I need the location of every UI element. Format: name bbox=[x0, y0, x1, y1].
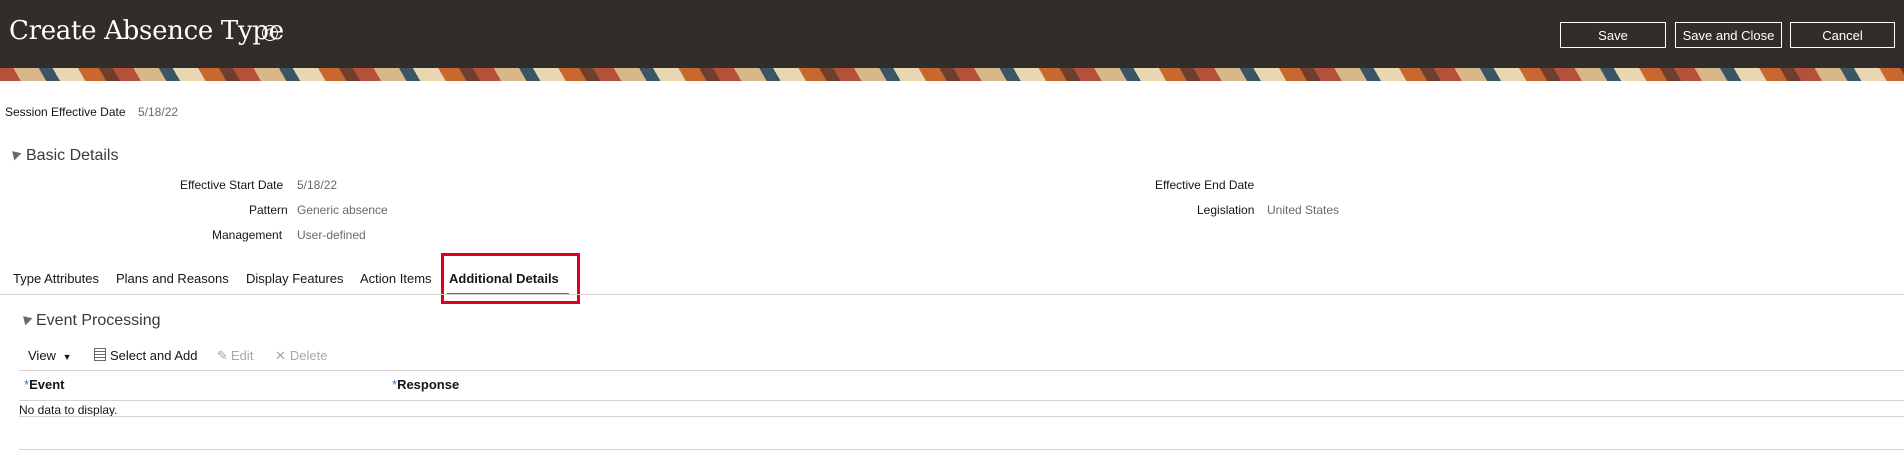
help-icon[interactable]: ? bbox=[262, 25, 278, 41]
session-effective-date-label: Session Effective Date bbox=[5, 105, 126, 119]
edit-button[interactable]: ✎ Edit bbox=[217, 348, 253, 364]
table-row-divider bbox=[19, 416, 1904, 417]
delete-label: Delete bbox=[289, 348, 328, 363]
save-button[interactable]: Save bbox=[1560, 22, 1666, 48]
chevron-down-icon: ▼ bbox=[62, 352, 72, 362]
delete-button[interactable]: ✕ Delete bbox=[275, 348, 327, 364]
tab-action-items[interactable]: Action Items bbox=[360, 271, 432, 286]
effective-end-date-label: Effective End Date bbox=[1155, 178, 1255, 192]
basic-details-title: Basic Details bbox=[26, 147, 119, 164]
select-and-add-icon bbox=[94, 348, 106, 361]
pattern-label: Pattern bbox=[249, 203, 288, 217]
event-processing-title: Event Processing bbox=[36, 312, 161, 329]
highlight-annotation bbox=[441, 253, 580, 304]
table-top-divider bbox=[19, 370, 1904, 371]
session-effective-date-value: 5/18/22 bbox=[138, 105, 179, 119]
empty-table-message: No data to display. bbox=[19, 403, 118, 417]
legislation-value: United States bbox=[1267, 203, 1340, 217]
tab-bar-divider bbox=[0, 294, 1904, 295]
select-and-add-label: Select and Add bbox=[110, 348, 198, 363]
pattern-value: Generic absence bbox=[297, 203, 388, 217]
tab-plans-and-reasons[interactable]: Plans and Reasons bbox=[116, 271, 229, 286]
page-header: Create Absence Type ? Save Save and Clos… bbox=[0, 0, 1904, 68]
select-and-add-button[interactable]: Select and Add bbox=[94, 348, 197, 363]
tab-display-features[interactable]: Display Features bbox=[246, 271, 344, 286]
collapse-triangle-icon[interactable] bbox=[8, 147, 22, 161]
management-value: User-defined bbox=[297, 228, 366, 242]
column-header-response[interactable]: *Response bbox=[392, 377, 459, 392]
view-menu[interactable]: View ▼ bbox=[28, 348, 72, 363]
column-header-event[interactable]: *Event bbox=[24, 377, 64, 392]
legislation-label: Legislation bbox=[1197, 203, 1255, 217]
edit-label: Edit bbox=[230, 348, 254, 363]
response-header-label: Response bbox=[397, 377, 460, 392]
collapse-triangle-icon[interactable] bbox=[19, 312, 33, 326]
page-title: Create Absence Type bbox=[9, 16, 284, 46]
delete-x-icon: ✕ bbox=[275, 348, 286, 363]
table-header-divider bbox=[19, 400, 1904, 401]
cancel-button[interactable]: Cancel bbox=[1790, 22, 1895, 48]
table-bottom-divider bbox=[19, 449, 1904, 450]
pencil-icon: ✎ bbox=[217, 348, 228, 363]
effective-start-date-value: 5/18/22 bbox=[297, 178, 338, 192]
management-label: Management bbox=[212, 228, 283, 242]
tab-type-attributes[interactable]: Type Attributes bbox=[13, 271, 99, 286]
view-label: View bbox=[28, 348, 56, 363]
decorative-banner bbox=[0, 68, 1904, 81]
event-header-label: Event bbox=[29, 377, 65, 392]
effective-start-date-label: Effective Start Date bbox=[180, 178, 284, 192]
save-and-close-button[interactable]: Save and Close bbox=[1675, 22, 1782, 48]
